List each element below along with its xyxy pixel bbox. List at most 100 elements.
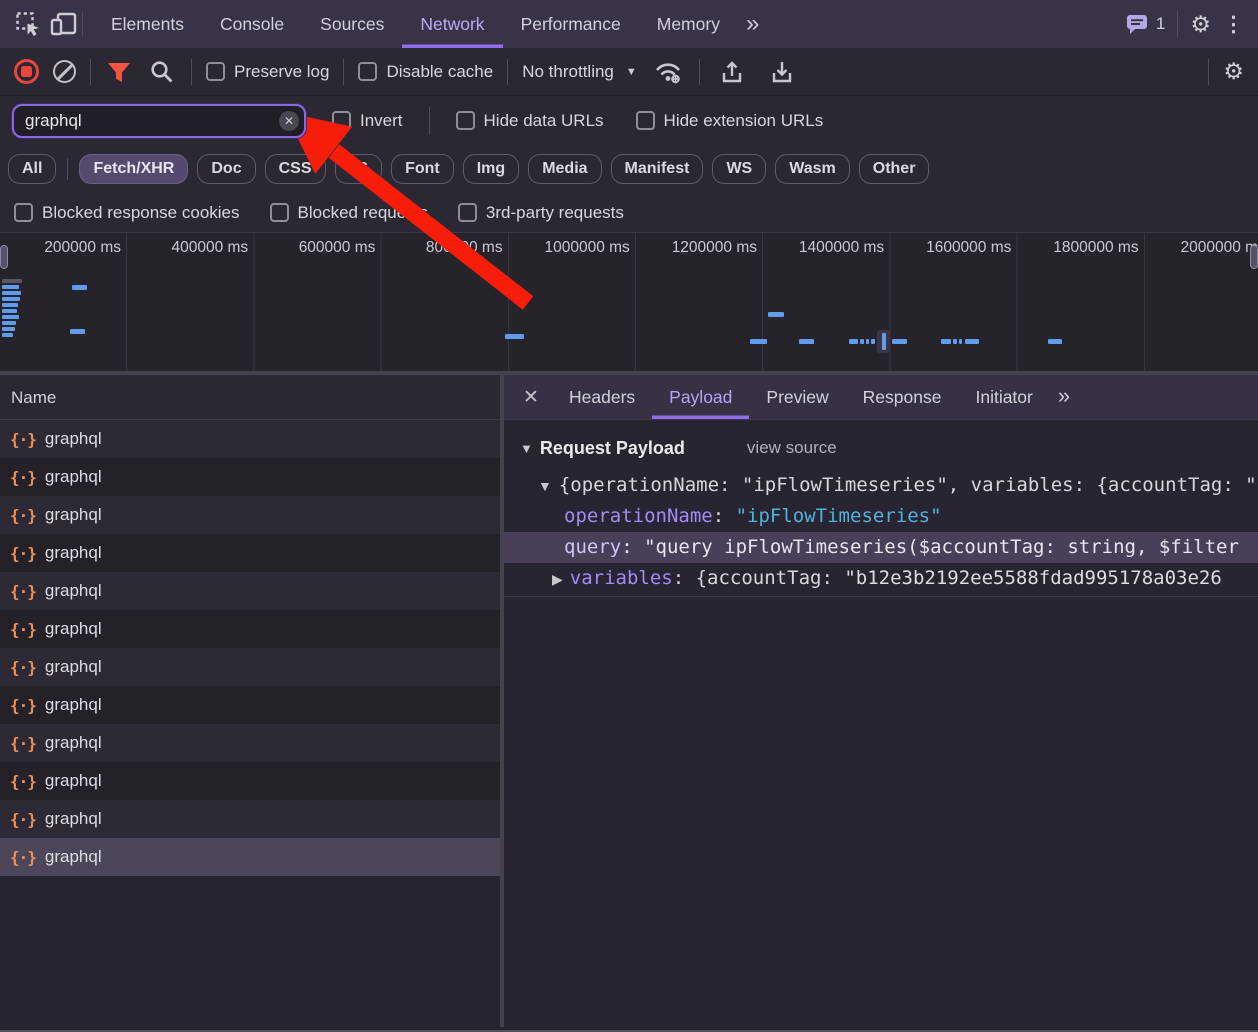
detail-tab-headers[interactable]: Headers [552, 375, 652, 419]
hide-extension-urls-checkbox[interactable]: Hide extension URLs [636, 111, 824, 131]
overview-request-mark [2, 279, 22, 283]
search-icon[interactable] [147, 54, 177, 90]
clear-filter-icon[interactable]: ✕ [279, 111, 299, 131]
overview-grabber[interactable] [0, 245, 8, 269]
request-row[interactable]: {·}graphql [0, 724, 500, 762]
type-chip-js[interactable]: JS [335, 154, 383, 184]
request-row[interactable]: {·}graphql [0, 534, 500, 572]
preserve-log-checkbox[interactable]: Preserve log [206, 62, 329, 82]
export-har-icon[interactable] [764, 54, 800, 90]
throttling-value: No throttling [522, 62, 614, 82]
type-chip-manifest[interactable]: Manifest [611, 154, 704, 184]
twisty-expanded-icon[interactable]: ▼ [538, 478, 552, 494]
section-twisty-icon[interactable]: ▼ [520, 441, 533, 456]
overview-band[interactable]: 200000 ms400000 ms600000 ms800000 ms1000… [0, 232, 1258, 375]
type-chip-fetch-xhr[interactable]: Fetch/XHR [79, 154, 188, 184]
payload-tree: ▼{operationName: "ipFlowTimeseries", var… [504, 470, 1258, 597]
request-table-pane: Name {·}graphql{·}graphql{·}graphql{·}gr… [0, 375, 504, 1027]
network-conditions-icon[interactable] [651, 54, 685, 90]
payload-token: : {accountTag: [673, 567, 845, 589]
request-row[interactable]: {·}graphql [0, 800, 500, 838]
detail-tabbar: ✕ Headers Payload Preview Response Initi… [504, 375, 1258, 420]
device-toolbar-icon[interactable] [46, 6, 82, 42]
json-braces-icon: {·} [10, 658, 36, 677]
request-name: graphql [45, 581, 102, 601]
hide-data-urls-checkbox[interactable]: Hide data URLs [456, 111, 604, 131]
request-row[interactable]: {·}graphql [0, 572, 500, 610]
request-name: graphql [45, 429, 102, 449]
type-chip-all[interactable]: All [8, 154, 56, 184]
inspect-element-icon[interactable] [10, 6, 46, 42]
tab-elements[interactable]: Elements [93, 0, 202, 48]
request-row[interactable]: {·}graphql [0, 648, 500, 686]
third-party-requests-checkbox[interactable]: 3rd-party requests [458, 203, 624, 223]
json-braces-icon: {·} [10, 810, 36, 829]
view-source-link[interactable]: view source [747, 438, 837, 458]
payload-tree-row[interactable]: query: "query ipFlowTimeseries($accountT… [504, 532, 1258, 563]
tab-console[interactable]: Console [202, 0, 302, 48]
type-chip-media[interactable]: Media [528, 154, 601, 184]
issues-badge[interactable]: 1 [1125, 13, 1165, 35]
filter-input[interactable] [12, 104, 306, 138]
detail-tab-preview[interactable]: Preview [749, 375, 845, 419]
settings-gear-icon[interactable]: ⚙ [1190, 13, 1211, 36]
record-button[interactable] [14, 59, 39, 84]
request-row[interactable]: {·}graphql [0, 496, 500, 534]
overview-grabber[interactable] [1250, 245, 1258, 269]
request-row[interactable]: {·}graphql [0, 838, 500, 876]
payload-token: operationName [564, 505, 713, 527]
payload-token: : [621, 536, 644, 558]
overview-request-mark [2, 315, 19, 319]
request-row[interactable]: {·}graphql [0, 420, 500, 458]
invert-checkbox[interactable]: Invert [332, 111, 403, 131]
type-chip-ws[interactable]: WS [712, 154, 766, 184]
issues-count: 1 [1156, 14, 1165, 34]
close-details-icon[interactable]: ✕ [510, 375, 552, 419]
type-chip-wasm[interactable]: Wasm [775, 154, 850, 184]
import-har-icon[interactable] [714, 54, 750, 90]
detail-tab-payload[interactable]: Payload [652, 375, 749, 419]
json-braces-icon: {·} [10, 772, 36, 791]
payload-token: : [713, 505, 736, 527]
overview-request-mark [72, 285, 87, 290]
blocked-response-cookies-checkbox[interactable]: Blocked response cookies [14, 203, 240, 223]
tab-performance[interactable]: Performance [503, 0, 639, 48]
network-toolbar: Preserve log Disable cache No throttling… [0, 48, 1258, 96]
more-detail-tabs-icon[interactable]: » [1050, 375, 1078, 419]
request-row[interactable]: {·}graphql [0, 686, 500, 724]
tab-sources[interactable]: Sources [302, 0, 402, 48]
clear-log-icon[interactable] [53, 60, 76, 83]
checkbox-box [332, 111, 351, 130]
request-name: graphql [45, 467, 102, 487]
filter-separator [429, 107, 430, 135]
network-settings-gear-icon[interactable]: ⚙ [1223, 60, 1244, 83]
type-chip-css[interactable]: CSS [265, 154, 326, 184]
tab-network[interactable]: Network [402, 0, 502, 48]
payload-tree-row[interactable]: ▶variables: {accountTag: "b12e3b2192ee55… [504, 563, 1258, 594]
overview-tick-label: 200000 ms [0, 239, 121, 257]
request-row[interactable]: {·}graphql [0, 610, 500, 648]
toolbar-separator-5 [699, 59, 700, 85]
detail-tab-initiator[interactable]: Initiator [958, 375, 1049, 419]
request-row[interactable]: {·}graphql [0, 762, 500, 800]
more-tabs-icon[interactable]: » [738, 2, 767, 46]
checkbox-box [14, 203, 33, 222]
overview-tick-label: 2000000 ms [1145, 239, 1258, 257]
tab-memory[interactable]: Memory [639, 0, 738, 48]
blocked-requests-checkbox[interactable]: Blocked requests [270, 203, 428, 223]
toolbar-separator-2 [191, 59, 192, 85]
name-column-header[interactable]: Name [0, 375, 500, 420]
filter-funnel-icon[interactable] [105, 54, 133, 90]
menu-dots-icon[interactable]: ⋮ [1223, 14, 1244, 35]
type-chip-other[interactable]: Other [859, 154, 930, 184]
request-row[interactable]: {·}graphql [0, 458, 500, 496]
type-chip-doc[interactable]: Doc [197, 154, 255, 184]
detail-tab-response[interactable]: Response [846, 375, 959, 419]
type-chip-img[interactable]: Img [463, 154, 519, 184]
payload-tree-row[interactable]: operationName: "ipFlowTimeseries" [504, 501, 1258, 532]
disable-cache-checkbox[interactable]: Disable cache [358, 62, 493, 82]
payload-tree-row[interactable]: ▼{operationName: "ipFlowTimeseries", var… [504, 470, 1258, 501]
throttling-select[interactable]: No throttling ▼ [522, 62, 637, 82]
twisty-collapsed-icon[interactable]: ▶ [552, 571, 563, 587]
type-chip-font[interactable]: Font [391, 154, 454, 184]
